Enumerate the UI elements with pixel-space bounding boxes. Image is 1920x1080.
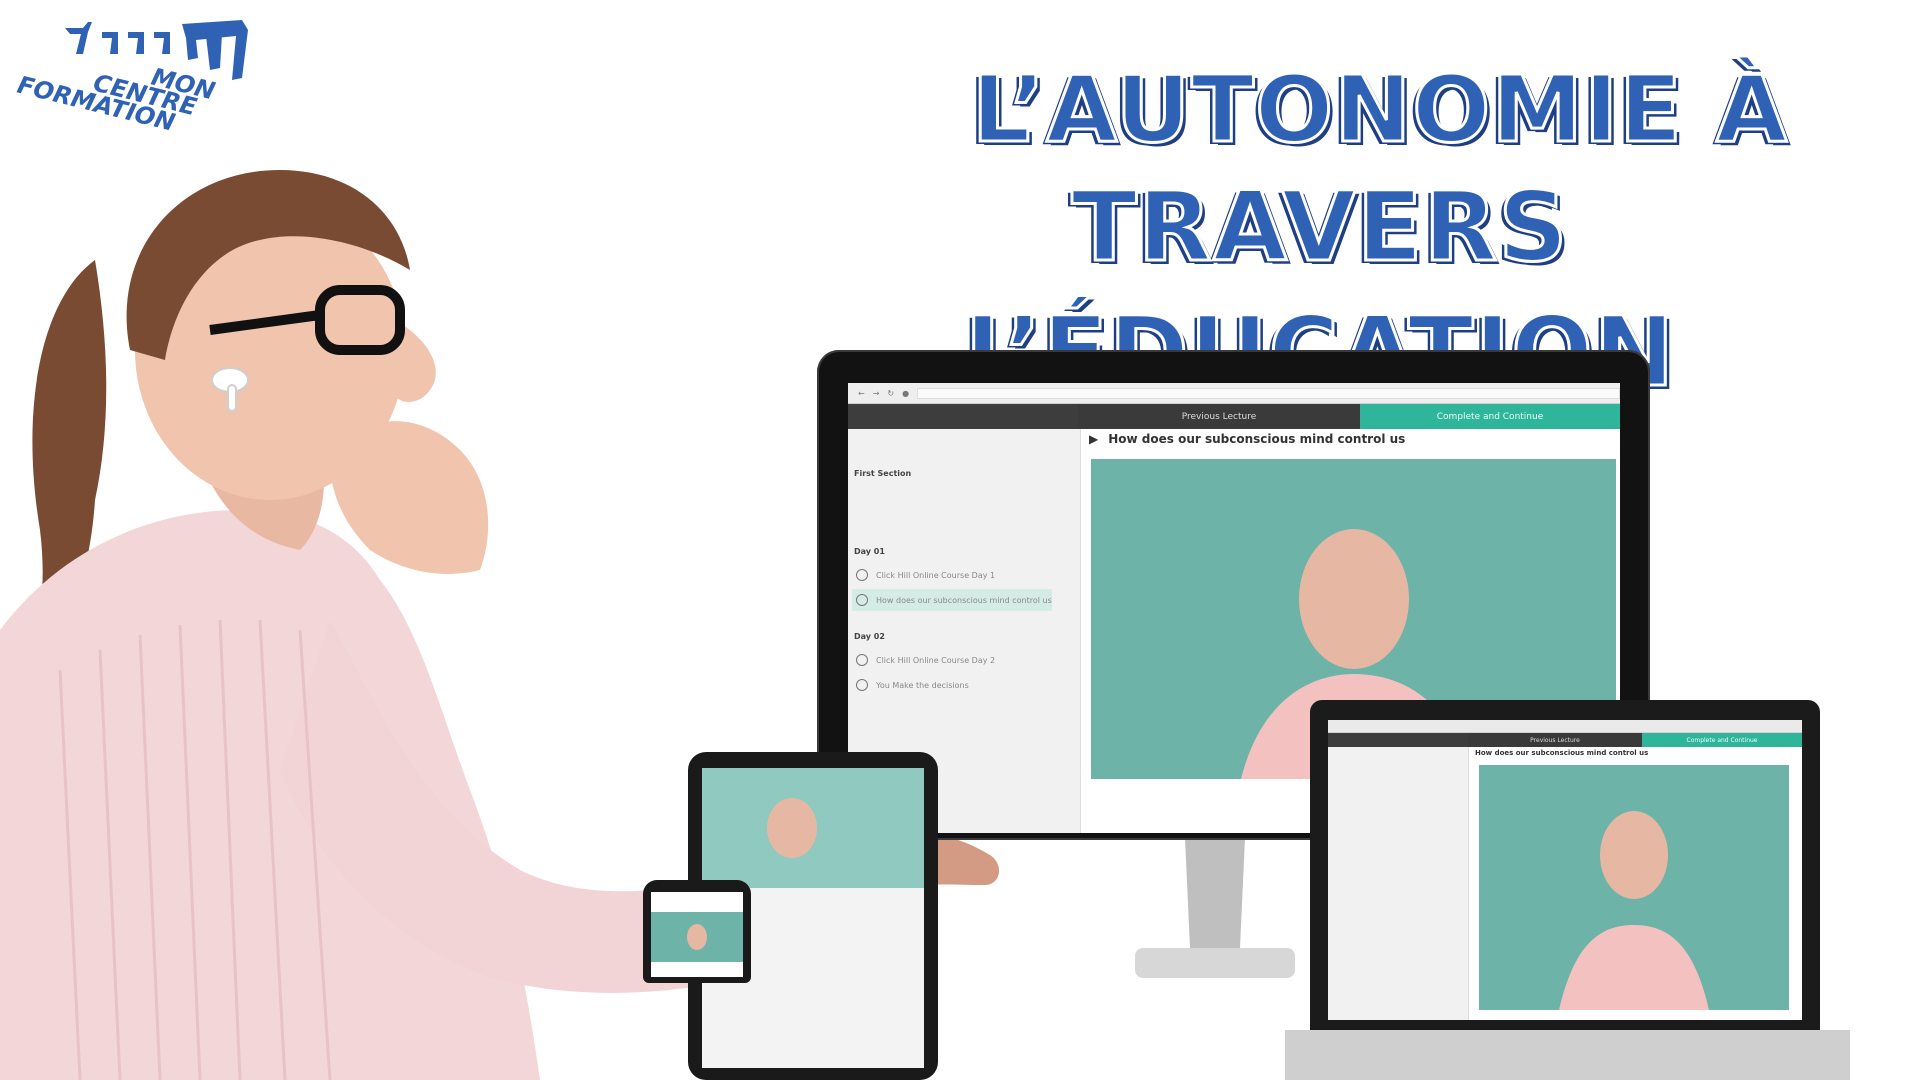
headline-line-1: L’AUTONOMIE À	[970, 55, 1789, 165]
laptop-video-player[interactable]	[1479, 765, 1789, 1010]
monitor-stand	[1135, 838, 1295, 978]
laptop-screen: Previous Lecture Complete and Continue H…	[1328, 720, 1802, 1020]
lesson-item[interactable]: You Make the decisions	[852, 674, 1052, 696]
lesson-label: How does our subconscious mind control u…	[876, 595, 1052, 605]
lecture-title-text: How does our subconscious mind control u…	[1108, 432, 1406, 446]
ad-banner: MON CENTRE FORMATION L’AUTONOMIE À TRAVE…	[0, 0, 1920, 1080]
smartphone	[643, 880, 751, 983]
phone-screen	[651, 892, 743, 977]
status-circle-icon	[856, 594, 868, 606]
laptop-main: How does our subconscious mind control u…	[1469, 747, 1802, 1020]
browser-address-bar: ← → ↻ ●	[848, 383, 1620, 404]
phone-video	[651, 912, 743, 962]
laptop-lecture-title: How does our subconscious mind control u…	[1475, 749, 1649, 757]
mon-centre-formation-logo: MON CENTRE FORMATION	[15, 20, 248, 137]
section-title-day-02: Day 02	[854, 632, 885, 641]
lesson-label: You Make the decisions	[876, 680, 969, 690]
complete-continue-button[interactable]: Complete and Continue	[1360, 404, 1620, 429]
lesson-item[interactable]: Click Hill Online Course Day 2	[852, 649, 1052, 671]
forward-icon[interactable]: →	[873, 389, 880, 398]
section-title-first: First Section	[854, 469, 912, 478]
status-circle-icon	[856, 654, 868, 666]
status-circle-icon	[856, 679, 868, 691]
lesson-label: Click Hill Online Course Day 2	[876, 655, 996, 665]
lesson-label: Click Hill Online Course Day 1	[876, 570, 996, 580]
previous-lecture-button[interactable]: Previous Lecture	[1078, 404, 1360, 429]
laptop-keyboard-base	[1285, 1030, 1850, 1080]
status-circle-icon	[856, 569, 868, 581]
laptop-previous-lecture[interactable]: Previous Lecture	[1468, 733, 1642, 747]
video-icon: ▶	[1089, 432, 1099, 446]
laptop-sidebar	[1328, 747, 1469, 1020]
course-toolbar: Previous Lecture Complete and Continue	[848, 404, 1620, 429]
lesson-item-active[interactable]: How does our subconscious mind control u…	[852, 589, 1052, 611]
course-toolbar-left	[848, 404, 1078, 429]
lesson-item[interactable]: Click Hill Online Course Day 1	[852, 564, 1052, 586]
laptop: Previous Lecture Complete and Continue H…	[1310, 700, 1820, 1035]
back-icon[interactable]: ←	[858, 389, 865, 398]
lecture-title: ▶ How does our subconscious mind control…	[1089, 432, 1405, 446]
section-title-day-01: Day 01	[854, 547, 885, 556]
laptop-complete-continue[interactable]: Complete and Continue	[1642, 733, 1802, 747]
reload-icon[interactable]: ↻	[887, 389, 894, 398]
lock-icon: ●	[902, 388, 910, 398]
